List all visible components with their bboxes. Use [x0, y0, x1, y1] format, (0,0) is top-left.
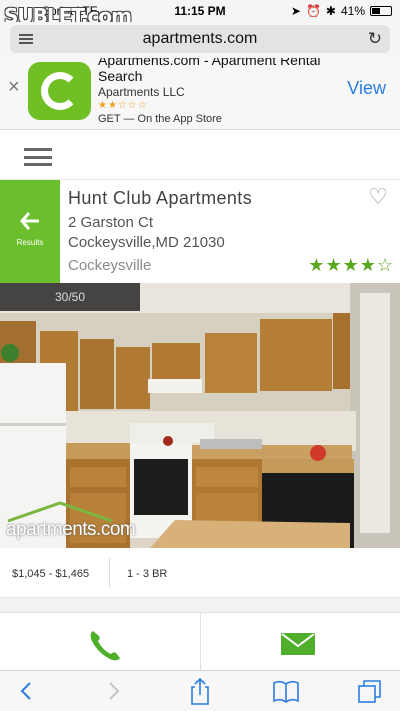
location-icon: ➤	[290, 4, 301, 18]
battery-percent: 41%	[340, 4, 365, 18]
status-icons: ➤ ⏰ ✱ 41%	[291, 4, 392, 18]
site-header	[0, 130, 400, 180]
listing-title: Hunt Club Apartments	[68, 188, 253, 208]
close-icon[interactable]: ×	[8, 76, 20, 99]
browser-url-bar: apartments.com ↻	[0, 22, 400, 58]
bluetooth-icon: ✱	[325, 4, 336, 18]
app-developer: Apartments LLC	[98, 85, 185, 99]
divider	[109, 558, 110, 588]
address-line-2: Cockeysville,MD 21030	[68, 234, 225, 251]
forward-button[interactable]	[96, 675, 132, 707]
photo-counter: 30/50	[0, 283, 140, 311]
listing-header: Results Hunt Club Apartments ♡ 2 Garston…	[0, 180, 400, 283]
app-title: Apartments.com - Apartment Rental Search	[98, 58, 321, 84]
star-icon: ★	[308, 255, 326, 275]
back-label: Results	[16, 238, 44, 247]
arrow-left-icon	[0, 210, 60, 236]
spacer	[0, 598, 400, 612]
star-icon: ★	[325, 255, 343, 275]
contact-bar	[0, 612, 400, 671]
chevron-right-icon	[109, 682, 120, 700]
alarm-icon: ⏰	[305, 4, 321, 18]
share-icon	[191, 677, 209, 705]
address-field[interactable]: apartments.com ↻	[10, 25, 390, 53]
envelope-icon	[281, 633, 315, 655]
back-button[interactable]	[8, 675, 44, 707]
rating-stars: ★★★★☆	[308, 255, 394, 276]
view-app-button[interactable]: View	[347, 78, 386, 99]
share-button[interactable]	[182, 675, 218, 707]
reload-icon[interactable]: ↻	[368, 29, 382, 49]
price-range: $1,045 - $1,465	[12, 568, 90, 580]
tabs-icon	[358, 680, 381, 703]
neighborhood-link[interactable]: Cockeysville	[68, 257, 151, 274]
call-button[interactable]	[0, 613, 200, 671]
address-line-1: 2 Garston Ct	[68, 214, 154, 231]
book-icon	[273, 680, 299, 703]
star-outline-icon: ☆	[376, 255, 394, 275]
browser-toolbar	[0, 670, 400, 711]
tabs-button[interactable]	[352, 675, 388, 707]
bookmarks-button[interactable]	[268, 675, 304, 707]
star-icon: ★	[342, 255, 360, 275]
battery-icon	[370, 6, 392, 16]
heart-outline-icon[interactable]: ♡	[368, 184, 388, 210]
kitchen-photo	[0, 283, 400, 548]
app-icon[interactable]	[28, 62, 91, 120]
back-to-results-button[interactable]: Results	[0, 180, 60, 283]
app-get-text: GET — On the App Store	[98, 113, 222, 125]
chevron-left-icon	[20, 682, 31, 700]
smart-app-banner: × Apartments.com - Apartment Rental Sear…	[0, 58, 400, 130]
photo-watermark: apartments.com	[6, 519, 136, 540]
status-bar: Sprint LTE 11:15 PM ➤ ⏰ ✱ 41% SUBLET.com	[0, 0, 400, 28]
url-text[interactable]: apartments.com	[10, 30, 390, 48]
app-rating-stars: ★★☆☆☆	[98, 100, 148, 111]
star-icon: ★	[359, 255, 377, 275]
menu-icon[interactable]	[24, 148, 52, 166]
listing-summary: $1,045 - $1,465 1 - 3 BR	[0, 548, 400, 598]
bedroom-range: 1 - 3 BR	[127, 568, 168, 580]
email-button[interactable]	[201, 613, 400, 671]
listing-photo[interactable]: 30/50 apartments.com	[0, 283, 400, 548]
phone-icon	[90, 631, 120, 661]
